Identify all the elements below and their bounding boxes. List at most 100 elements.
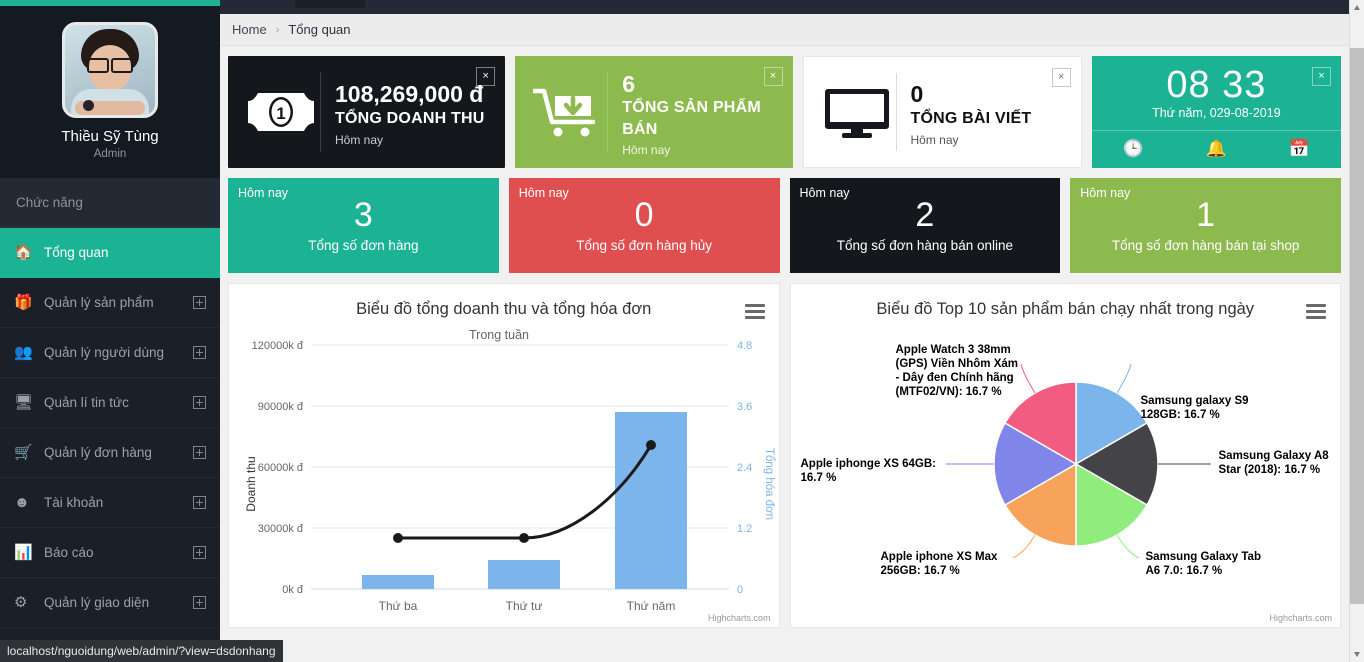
order-card-ban-tai-shop[interactable]: Hôm nay 1 Tổng số đơn hàng bán tại shop xyxy=(1070,178,1341,273)
svg-text:30000k đ: 30000k đ xyxy=(258,523,304,535)
expand-icon[interactable] xyxy=(193,446,206,459)
scroll-up-icon[interactable] xyxy=(1350,0,1364,15)
svg-text:Doanh thu: Doanh thu xyxy=(244,456,258,511)
charts-row: Biểu đồ tổng doanh thu và tổng hóa đơn T… xyxy=(220,283,1349,628)
stat-cards-row: 1 108,269,000 đ TỔNG DOANH THU Hôm nay × xyxy=(228,56,1341,168)
monitor-icon: 🖥 xyxy=(14,394,34,411)
sidebar-item-label: Tổng quan xyxy=(44,245,109,260)
close-icon[interactable]: × xyxy=(763,67,783,86)
stat-card-tong-bai-viet[interactable]: 0 TỔNG BÀI VIẾT Hôm nay × xyxy=(802,56,1082,168)
order-card-ban-online[interactable]: Hôm nay 2 Tổng số đơn hàng bán online xyxy=(789,178,1061,273)
sidebar-item-quan-ly-don-hang[interactable]: 🛒 Quản lý đơn hàng xyxy=(0,428,220,478)
close-icon[interactable]: × xyxy=(1312,67,1331,86)
sidebar-item-label: Quản lí tin tức xyxy=(44,395,129,410)
card-value: 0 xyxy=(634,196,654,234)
stat-subtitle: Hôm nay xyxy=(622,143,671,158)
account-icon: ☻ xyxy=(14,494,30,511)
sidebar-item-label: Quản lý người dùng xyxy=(44,345,164,360)
sidebar-item-label: Báo cáo xyxy=(44,545,94,560)
pie-label-samsung-a8: Samsung Galaxy A8 Star (2018): 16.7 % xyxy=(1218,450,1329,476)
pie-label-iphone-xs-64gb: Apple iphonge XS 64GB: 16.7 % xyxy=(800,458,936,484)
svg-text:2.4: 2.4 xyxy=(737,462,752,474)
scrollbar-thumb[interactable] xyxy=(1350,48,1364,604)
chart-bar-icon: 📊 xyxy=(14,544,33,561)
browser-scrollbar[interactable] xyxy=(1349,0,1364,662)
sidebar-item-tong-quan[interactable]: 🏠 Tổng quan xyxy=(0,228,220,278)
card-value: 2 xyxy=(915,196,935,234)
breadcrumb-home[interactable]: Home xyxy=(232,22,267,37)
svg-text:0k đ: 0k đ xyxy=(282,584,304,596)
stat-card-tong-san-pham-ban[interactable]: 6 TỔNG SẢN PHẨM BÁN Hôm nay × xyxy=(515,56,793,168)
breadcrumb-current: Tổng quan xyxy=(288,22,351,37)
stat-title: TỔNG DOANH THU xyxy=(335,109,485,127)
card-value: 1 xyxy=(1196,196,1216,234)
stat-value: 6 xyxy=(622,70,636,97)
scroll-down-icon[interactable] xyxy=(1350,647,1364,662)
users-icon: 👥 xyxy=(14,344,33,361)
sidebar-item-tai-khoan[interactable]: ☻ Tài khoản xyxy=(0,478,220,528)
expand-icon[interactable] xyxy=(193,396,206,409)
bar-thu-ba xyxy=(362,575,434,589)
card-label: Tổng số đơn hàng bán online xyxy=(836,237,1013,253)
svg-text:Thứ tư: Thứ tư xyxy=(506,599,543,613)
close-icon[interactable]: × xyxy=(1051,68,1071,87)
stat-card-tong-doanh-thu[interactable]: 1 108,269,000 đ TỔNG DOANH THU Hôm nay × xyxy=(228,56,506,168)
sidebar: Thiều Sỹ Tùng Admin Chức năng 🏠 Tổng qua… xyxy=(0,0,220,662)
svg-text:0: 0 xyxy=(737,584,743,596)
stat-value: 108,269,000 đ xyxy=(335,81,484,108)
expand-icon[interactable] xyxy=(193,546,206,559)
sidebar-section-label: Chức năng xyxy=(0,178,220,228)
sidebar-item-bao-cao[interactable]: 📊 Báo cáo xyxy=(0,528,220,578)
order-card-tong-so-don-hang-huy[interactable]: Hôm nay 0 Tổng số đơn hàng hủy xyxy=(508,178,780,273)
sidebar-item-quan-li-tin-tuc[interactable]: 🖥 Quản lí tin tức xyxy=(0,378,220,428)
card-label: Tổng số đơn hàng hủy xyxy=(576,237,712,253)
expand-icon[interactable] xyxy=(193,496,206,509)
sidebar-item-label: Quản lý giao diện xyxy=(44,595,150,610)
svg-text:Tổng hóa đơn: Tổng hóa đơn xyxy=(763,448,775,520)
pie-label-apple-watch: Apple Watch 3 38mm (GPS) Viền Nhôm Xám -… xyxy=(895,344,1018,398)
clock-date: Thứ năm, 029-08-2019 xyxy=(1152,106,1281,121)
cart-icon: 🛒 xyxy=(14,444,33,461)
svg-text:3.6: 3.6 xyxy=(737,401,752,413)
clock-card: × 08 33 Thứ năm, 029-08-2019 🕒 🔔 📅 xyxy=(1091,56,1341,168)
expand-icon[interactable] xyxy=(193,296,206,309)
sidebar-item-label: Quản lý sản phẩm xyxy=(44,295,154,310)
svg-text:60000k đ: 60000k đ xyxy=(258,462,304,474)
browser-status-url: localhost/nguoidung/web/admin/?view=dsdo… xyxy=(0,640,283,662)
chart-credit: Highcharts.com xyxy=(1269,613,1332,623)
pie-label-samsung-s9: Samsung galaxy S9 128GB: 16.7 % xyxy=(1140,395,1249,421)
avatar[interactable] xyxy=(62,22,158,118)
main-content: Home › Tổng quan 1 108,269,000 đ TỔNG DO… xyxy=(220,14,1349,662)
top-products-pie-chart: Biểu đồ Top 10 sản phẩm bán chạy nhất tr… xyxy=(789,283,1341,628)
gears-icon: ⚙ xyxy=(14,594,28,611)
bar-thu-nam xyxy=(615,412,687,589)
expand-icon[interactable] xyxy=(193,596,206,609)
profile-name: Thiều Sỹ Tùng xyxy=(61,128,159,145)
card-label: Tổng số đơn hàng xyxy=(308,237,419,253)
stat-subtitle: Hôm nay xyxy=(335,132,384,147)
sidebar-item-quan-ly-san-pham[interactable]: 🎁 Quản lý sản phẩm xyxy=(0,278,220,328)
calendar-icon[interactable]: 📅 xyxy=(1258,131,1341,167)
combo-chart-plot: 120000k đ 90000k đ 60000k đ 30000k đ 0k … xyxy=(244,340,775,613)
close-icon[interactable]: × xyxy=(476,67,496,86)
breadcrumb: Home › Tổng quan xyxy=(220,14,1349,46)
card-label: Tổng số đơn hàng bán tại shop xyxy=(1111,237,1300,253)
clock-time: 08 33 xyxy=(1166,63,1267,106)
svg-text:90000k đ: 90000k đ xyxy=(258,401,304,413)
bell-icon[interactable]: 🔔 xyxy=(1175,131,1258,167)
gift-icon: 🎁 xyxy=(14,294,33,311)
sidebar-item-quan-ly-giao-dien[interactable]: ⚙ Quản lý giao diện xyxy=(0,578,220,628)
clock-icon[interactable]: 🕒 xyxy=(1092,131,1175,167)
desktop-icon xyxy=(818,86,896,138)
pie-label-iphone-xs-max: Apple iphone XS Max 256GB: 16.7 % xyxy=(880,551,998,577)
sidebar-item-quan-ly-nguoi-dung[interactable]: 👥 Quản lý người dùng xyxy=(0,328,220,378)
order-card-tong-so-don-hang[interactable]: Hôm nay 3 Tổng số đơn hàng xyxy=(228,178,499,273)
browser-tab-stub[interactable] xyxy=(295,0,365,8)
sidebar-item-label: Quản lý đơn hàng xyxy=(44,445,152,460)
bar-thu-tu xyxy=(488,560,560,589)
profile-role: Admin xyxy=(93,148,127,160)
expand-icon[interactable] xyxy=(193,346,206,359)
money-bill-icon: 1 xyxy=(242,89,320,135)
svg-text:1: 1 xyxy=(276,104,285,123)
divider xyxy=(607,72,609,152)
